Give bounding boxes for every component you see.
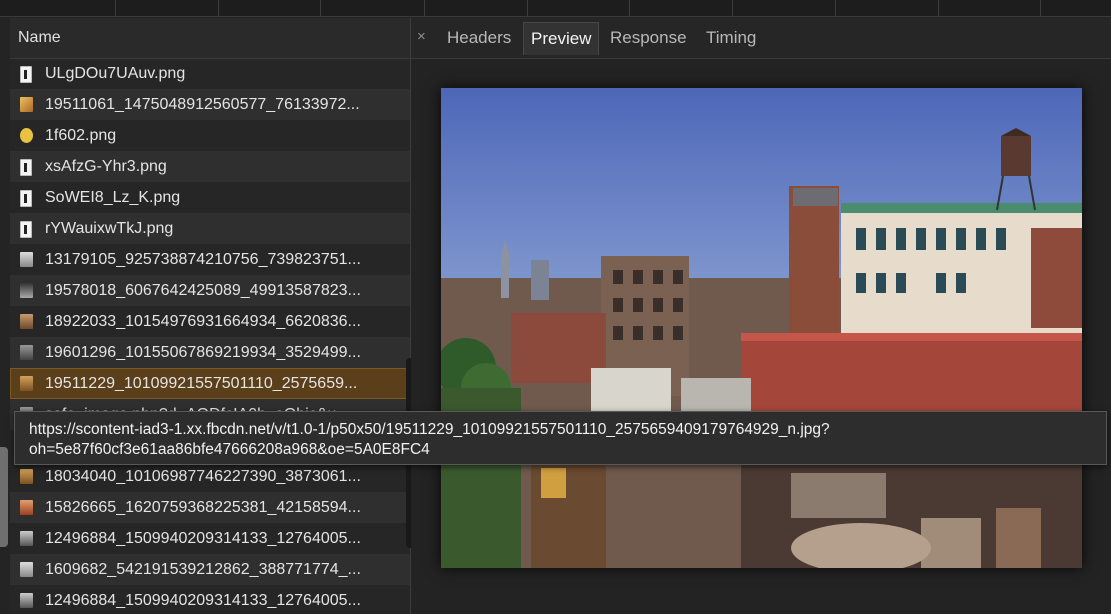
image-thumbnail-icon [20, 345, 33, 360]
request-name: 15826665_1620759368225381_42158594... [45, 499, 361, 516]
request-row[interactable]: 19578018_6067642425089_49913587823... [10, 275, 410, 306]
column-divider [938, 0, 939, 16]
document-icon [20, 159, 32, 176]
image-thumbnail-icon [20, 252, 33, 267]
request-name: 19511061_1475048912560577_76133972... [45, 96, 360, 113]
image-thumbnail-icon [20, 593, 33, 608]
image-thumbnail-icon [20, 314, 33, 329]
request-row[interactable]: 15826665_1620759368225381_42158594... [10, 492, 410, 523]
request-name: 19511229_10109921557501110_2575659... [45, 375, 358, 392]
request-row[interactable]: 12496884_1509940209314133_12764005... [10, 523, 410, 554]
column-divider [320, 0, 321, 16]
request-row[interactable]: 19601296_10155067869219934_3529499... [10, 337, 410, 368]
request-row[interactable]: 12496884_1509940209314133_12764005... [10, 585, 410, 614]
detail-tab-bar: × Headers Preview Response Timing [411, 18, 1111, 59]
column-divider [1040, 0, 1041, 16]
column-divider [115, 0, 116, 16]
top-toolbar-strip [0, 0, 1111, 17]
image-thumbnail-icon [20, 531, 33, 546]
image-thumbnail-icon [20, 562, 33, 577]
document-icon [20, 66, 32, 83]
request-rows: ULgDOu7UAuv.png 19511061_147504891256057… [10, 58, 410, 614]
request-row[interactable]: SoWEI8_Lz_K.png [10, 182, 410, 213]
request-row[interactable]: xsAfzG-Yhr3.png [10, 151, 410, 182]
request-detail-panel: × Headers Preview Response Timing [411, 18, 1111, 614]
document-icon [20, 190, 32, 207]
column-divider [527, 0, 528, 16]
tooltip-url-line-2: oh=5e87f60cf3e61aa86bfe47666208a968&oe=5… [29, 441, 430, 458]
image-thumbnail-icon [20, 469, 33, 484]
panel-resize-handle[interactable] [0, 447, 8, 547]
request-row[interactable]: 18922033_10154976931664934_6620836... [10, 306, 410, 337]
document-icon [20, 221, 32, 238]
emoji-icon [20, 128, 33, 143]
image-thumbnail-icon [20, 283, 33, 298]
request-row[interactable]: 1609682_542191539212862_388771774_... [10, 554, 410, 585]
request-row[interactable]: ULgDOu7UAuv.png [10, 58, 410, 89]
request-row-selected[interactable]: 19511229_10109921557501110_2575659... [10, 368, 410, 399]
request-name: 12496884_1509940209314133_12764005... [45, 530, 361, 547]
request-name: SoWEI8_Lz_K.png [45, 189, 181, 206]
column-divider [835, 0, 836, 16]
request-name: 13179105_925738874210756_739823751... [45, 251, 361, 268]
tooltip-url-line-1: https://scontent-iad3-1.xx.fbcdn.net/v/t… [29, 421, 830, 438]
tab-headers[interactable]: Headers [440, 22, 518, 54]
column-divider [629, 0, 630, 16]
image-thumbnail-icon [20, 97, 33, 112]
close-icon[interactable]: × [417, 28, 426, 45]
name-column-header[interactable]: Name [10, 18, 410, 59]
tab-response[interactable]: Response [603, 22, 694, 54]
request-row[interactable]: 18034040_10106987746227390_3873061... [10, 461, 410, 492]
request-row[interactable]: 13179105_925738874210756_739823751... [10, 244, 410, 275]
tab-preview[interactable]: Preview [523, 22, 600, 55]
request-name: 19601296_10155067869219934_3529499... [45, 344, 361, 361]
url-tooltip: https://scontent-iad3-1.xx.fbcdn.net/v/t… [14, 411, 1107, 465]
column-divider [732, 0, 733, 16]
column-divider [218, 0, 219, 16]
request-name: 18922033_10154976931664934_6620836... [45, 313, 361, 330]
network-request-list: Name ULgDOu7UAuv.png 19511061_1475048912… [10, 18, 414, 614]
image-thumbnail-icon [20, 500, 33, 515]
request-row[interactable]: rYWauixwTkJ.png [10, 213, 410, 244]
tab-timing[interactable]: Timing [699, 22, 763, 54]
request-name: ULgDOu7UAuv.png [45, 65, 186, 82]
request-name: 19578018_6067642425089_49913587823... [45, 282, 361, 299]
request-name: 1609682_542191539212862_388771774_... [45, 561, 361, 578]
request-name: 18034040_10106987746227390_3873061... [45, 468, 361, 485]
request-name: 1f602.png [45, 127, 117, 144]
request-row[interactable]: 1f602.png [10, 120, 410, 151]
request-name: rYWauixwTkJ.png [45, 220, 174, 237]
request-name: 12496884_1509940209314133_12764005... [45, 592, 361, 609]
rooftop-cityscape-photo [441, 88, 1082, 568]
request-row[interactable]: 19511061_1475048912560577_76133972... [10, 89, 410, 120]
request-name: xsAfzG-Yhr3.png [45, 158, 167, 175]
image-preview [441, 88, 1082, 568]
image-thumbnail-icon [20, 376, 33, 391]
column-divider [424, 0, 425, 16]
